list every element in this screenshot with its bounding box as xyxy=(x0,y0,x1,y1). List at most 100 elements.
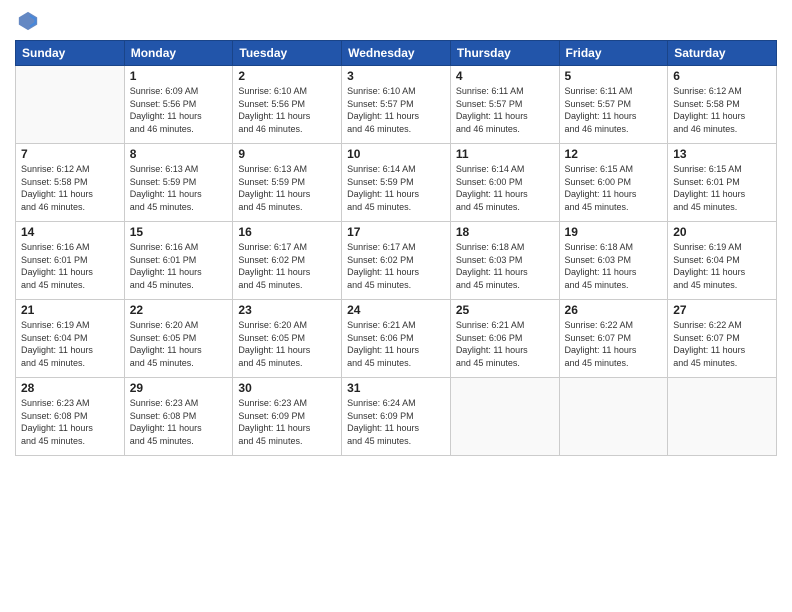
day-number: 24 xyxy=(347,303,445,317)
day-number: 31 xyxy=(347,381,445,395)
day-cell: 11 Sunrise: 6:14 AM Sunset: 6:00 PM Dayli… xyxy=(450,144,559,222)
day-info: Sunrise: 6:23 AM Sunset: 6:08 PM Dayligh… xyxy=(130,397,228,447)
day-cell: 26 Sunrise: 6:22 AM Sunset: 6:07 PM Dayli… xyxy=(559,300,668,378)
day-number: 4 xyxy=(456,69,554,83)
weekday-tuesday: Tuesday xyxy=(233,41,342,66)
day-cell: 19 Sunrise: 6:18 AM Sunset: 6:03 PM Dayli… xyxy=(559,222,668,300)
header xyxy=(15,10,777,32)
day-number: 23 xyxy=(238,303,336,317)
day-number: 8 xyxy=(130,147,228,161)
day-cell: 4 Sunrise: 6:11 AM Sunset: 5:57 PM Daylig… xyxy=(450,66,559,144)
day-info: Sunrise: 6:20 AM Sunset: 6:05 PM Dayligh… xyxy=(238,319,336,369)
day-info: Sunrise: 6:17 AM Sunset: 6:02 PM Dayligh… xyxy=(347,241,445,291)
day-number: 6 xyxy=(673,69,771,83)
day-cell xyxy=(559,378,668,456)
day-info: Sunrise: 6:18 AM Sunset: 6:03 PM Dayligh… xyxy=(456,241,554,291)
day-number: 28 xyxy=(21,381,119,395)
day-cell: 6 Sunrise: 6:12 AM Sunset: 5:58 PM Daylig… xyxy=(668,66,777,144)
day-info: Sunrise: 6:19 AM Sunset: 6:04 PM Dayligh… xyxy=(673,241,771,291)
day-number: 1 xyxy=(130,69,228,83)
day-info: Sunrise: 6:13 AM Sunset: 5:59 PM Dayligh… xyxy=(238,163,336,213)
day-info: Sunrise: 6:15 AM Sunset: 6:00 PM Dayligh… xyxy=(565,163,663,213)
day-number: 30 xyxy=(238,381,336,395)
day-number: 9 xyxy=(238,147,336,161)
day-info: Sunrise: 6:10 AM Sunset: 5:56 PM Dayligh… xyxy=(238,85,336,135)
day-info: Sunrise: 6:15 AM Sunset: 6:01 PM Dayligh… xyxy=(673,163,771,213)
day-cell: 13 Sunrise: 6:15 AM Sunset: 6:01 PM Dayli… xyxy=(668,144,777,222)
day-cell: 8Sunrise: 6:13 AM Sunset: 5:59 PM Daylig… xyxy=(124,144,233,222)
day-cell: 15 Sunrise: 6:16 AM Sunset: 6:01 PM Dayli… xyxy=(124,222,233,300)
day-number: 21 xyxy=(21,303,119,317)
day-info: Sunrise: 6:09 AM Sunset: 5:56 PM Dayligh… xyxy=(130,85,228,135)
day-number: 27 xyxy=(673,303,771,317)
day-number: 29 xyxy=(130,381,228,395)
day-cell: 10Sunrise: 6:14 AM Sunset: 5:59 PM Dayli… xyxy=(342,144,451,222)
day-cell: 16 Sunrise: 6:17 AM Sunset: 6:02 PM Dayli… xyxy=(233,222,342,300)
day-info: Sunrise: 6:17 AM Sunset: 6:02 PM Dayligh… xyxy=(238,241,336,291)
day-number: 16 xyxy=(238,225,336,239)
day-cell xyxy=(16,66,125,144)
weekday-thursday: Thursday xyxy=(450,41,559,66)
weekday-sunday: Sunday xyxy=(16,41,125,66)
day-cell: 20 Sunrise: 6:19 AM Sunset: 6:04 PM Dayli… xyxy=(668,222,777,300)
day-cell: 28 Sunrise: 6:23 AM Sunset: 6:08 PM Dayli… xyxy=(16,378,125,456)
day-info: Sunrise: 6:21 AM Sunset: 6:06 PM Dayligh… xyxy=(347,319,445,369)
day-cell: 1 Sunrise: 6:09 AM Sunset: 5:56 PM Daylig… xyxy=(124,66,233,144)
day-cell: 29 Sunrise: 6:23 AM Sunset: 6:08 PM Dayli… xyxy=(124,378,233,456)
weekday-wednesday: Wednesday xyxy=(342,41,451,66)
day-cell: 21 Sunrise: 6:19 AM Sunset: 6:04 PM Dayli… xyxy=(16,300,125,378)
day-info: Sunrise: 6:19 AM Sunset: 6:04 PM Dayligh… xyxy=(21,319,119,369)
day-number: 17 xyxy=(347,225,445,239)
week-row-3: 14Sunrise: 6:16 AM Sunset: 6:01 PM Dayli… xyxy=(16,222,777,300)
day-cell: 5 Sunrise: 6:11 AM Sunset: 5:57 PM Daylig… xyxy=(559,66,668,144)
day-cell: 22 Sunrise: 6:20 AM Sunset: 6:05 PM Dayli… xyxy=(124,300,233,378)
day-cell: 24 Sunrise: 6:21 AM Sunset: 6:06 PM Dayli… xyxy=(342,300,451,378)
day-info: Sunrise: 6:11 AM Sunset: 5:57 PM Dayligh… xyxy=(565,85,663,135)
day-number: 7 xyxy=(21,147,119,161)
day-number: 20 xyxy=(673,225,771,239)
weekday-saturday: Saturday xyxy=(668,41,777,66)
day-cell: 7Sunrise: 6:12 AM Sunset: 5:58 PM Daylig… xyxy=(16,144,125,222)
day-info: Sunrise: 6:14 AM Sunset: 6:00 PM Dayligh… xyxy=(456,163,554,213)
day-info: Sunrise: 6:18 AM Sunset: 6:03 PM Dayligh… xyxy=(565,241,663,291)
day-info: Sunrise: 6:23 AM Sunset: 6:08 PM Dayligh… xyxy=(21,397,119,447)
day-number: 10 xyxy=(347,147,445,161)
day-number: 5 xyxy=(565,69,663,83)
day-info: Sunrise: 6:20 AM Sunset: 6:05 PM Dayligh… xyxy=(130,319,228,369)
day-cell xyxy=(450,378,559,456)
day-cell: 9 Sunrise: 6:13 AM Sunset: 5:59 PM Daylig… xyxy=(233,144,342,222)
day-cell: 25Sunrise: 6:21 AM Sunset: 6:06 PM Dayli… xyxy=(450,300,559,378)
day-info: Sunrise: 6:23 AM Sunset: 6:09 PM Dayligh… xyxy=(238,397,336,447)
day-cell: 17 Sunrise: 6:17 AM Sunset: 6:02 PM Dayli… xyxy=(342,222,451,300)
day-number: 26 xyxy=(565,303,663,317)
calendar-page: SundayMondayTuesdayWednesdayThursdayFrid… xyxy=(0,0,792,612)
week-row-4: 21 Sunrise: 6:19 AM Sunset: 6:04 PM Dayli… xyxy=(16,300,777,378)
day-number: 22 xyxy=(130,303,228,317)
day-cell: 31 Sunrise: 6:24 AM Sunset: 6:09 PM Dayli… xyxy=(342,378,451,456)
weekday-monday: Monday xyxy=(124,41,233,66)
day-number: 13 xyxy=(673,147,771,161)
day-number: 11 xyxy=(456,147,554,161)
day-info: Sunrise: 6:22 AM Sunset: 6:07 PM Dayligh… xyxy=(565,319,663,369)
day-info: Sunrise: 6:12 AM Sunset: 5:58 PM Dayligh… xyxy=(673,85,771,135)
day-number: 15 xyxy=(130,225,228,239)
day-number: 12 xyxy=(565,147,663,161)
logo-icon xyxy=(17,10,39,32)
day-info: Sunrise: 6:21 AM Sunset: 6:06 PM Dayligh… xyxy=(456,319,554,369)
day-cell: 2 Sunrise: 6:10 AM Sunset: 5:56 PM Daylig… xyxy=(233,66,342,144)
day-cell: 18 Sunrise: 6:18 AM Sunset: 6:03 PM Dayli… xyxy=(450,222,559,300)
day-number: 19 xyxy=(565,225,663,239)
day-info: Sunrise: 6:22 AM Sunset: 6:07 PM Dayligh… xyxy=(673,319,771,369)
day-number: 2 xyxy=(238,69,336,83)
weekday-header-row: SundayMondayTuesdayWednesdayThursdayFrid… xyxy=(16,41,777,66)
day-number: 18 xyxy=(456,225,554,239)
day-info: Sunrise: 6:10 AM Sunset: 5:57 PM Dayligh… xyxy=(347,85,445,135)
day-cell: 30 Sunrise: 6:23 AM Sunset: 6:09 PM Dayli… xyxy=(233,378,342,456)
day-info: Sunrise: 6:16 AM Sunset: 6:01 PM Dayligh… xyxy=(130,241,228,291)
day-info: Sunrise: 6:11 AM Sunset: 5:57 PM Dayligh… xyxy=(456,85,554,135)
week-row-1: 1 Sunrise: 6:09 AM Sunset: 5:56 PM Daylig… xyxy=(16,66,777,144)
day-cell: 12 Sunrise: 6:15 AM Sunset: 6:00 PM Dayli… xyxy=(559,144,668,222)
logo xyxy=(15,10,39,32)
day-cell: 27 Sunrise: 6:22 AM Sunset: 6:07 PM Dayli… xyxy=(668,300,777,378)
day-info: Sunrise: 6:24 AM Sunset: 6:09 PM Dayligh… xyxy=(347,397,445,447)
